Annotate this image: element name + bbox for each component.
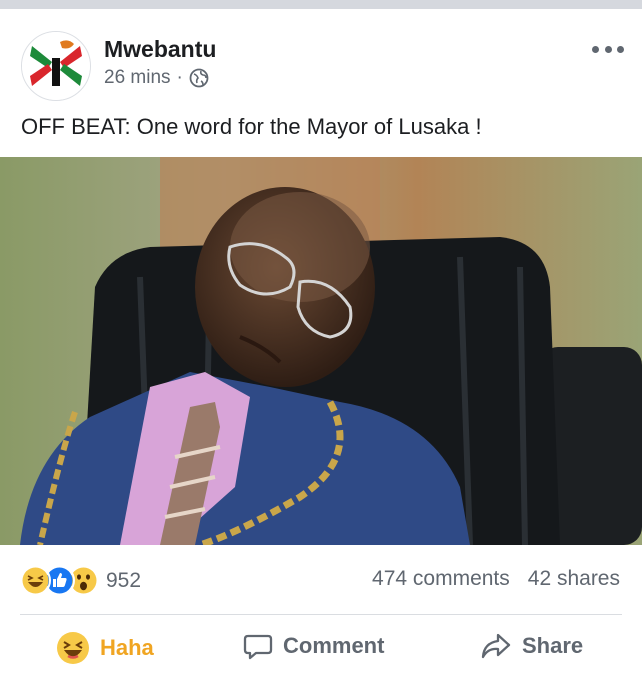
share-button[interactable]: Share <box>480 631 583 661</box>
more-horizontal-icon <box>592 45 599 53</box>
more-options-button[interactable] <box>592 39 624 59</box>
reaction-count: 952 <box>106 568 142 592</box>
share-label: Share <box>522 633 584 658</box>
haha-icon <box>20 565 51 596</box>
haha-button[interactable]: Haha <box>56 631 154 665</box>
share-icon <box>480 631 512 661</box>
post-meta: 26 mins · <box>104 67 209 89</box>
post-stats: 952 474 comments 42 shares <box>0 545 642 615</box>
comment-button[interactable]: Comment <box>243 631 384 661</box>
post-photo[interactable] <box>0 157 642 545</box>
top-separator-bar <box>0 0 642 9</box>
comment-icon <box>243 631 273 661</box>
post-time[interactable]: 26 mins <box>104 67 171 89</box>
page-name[interactable]: Mwebantu <box>104 36 216 63</box>
meta-separator: · <box>176 67 183 88</box>
post-header: Mwebantu 26 mins · <box>0 9 642 104</box>
post-actions: Haha Comment Share <box>0 615 642 680</box>
engagement-counts: 474 comments 42 shares <box>372 567 620 591</box>
page-avatar[interactable] <box>21 31 91 101</box>
post-text: OFF BEAT: One word for the Mayor of Lusa… <box>21 114 482 139</box>
reaction-summary[interactable]: 952 <box>20 565 141 596</box>
shares-count[interactable]: 42 shares <box>528 567 620 591</box>
comments-count[interactable]: 474 comments <box>372 567 510 591</box>
haha-icon <box>56 631 90 665</box>
globe-icon <box>189 68 209 88</box>
haha-label: Haha <box>100 635 154 660</box>
comment-label: Comment <box>283 633 385 658</box>
